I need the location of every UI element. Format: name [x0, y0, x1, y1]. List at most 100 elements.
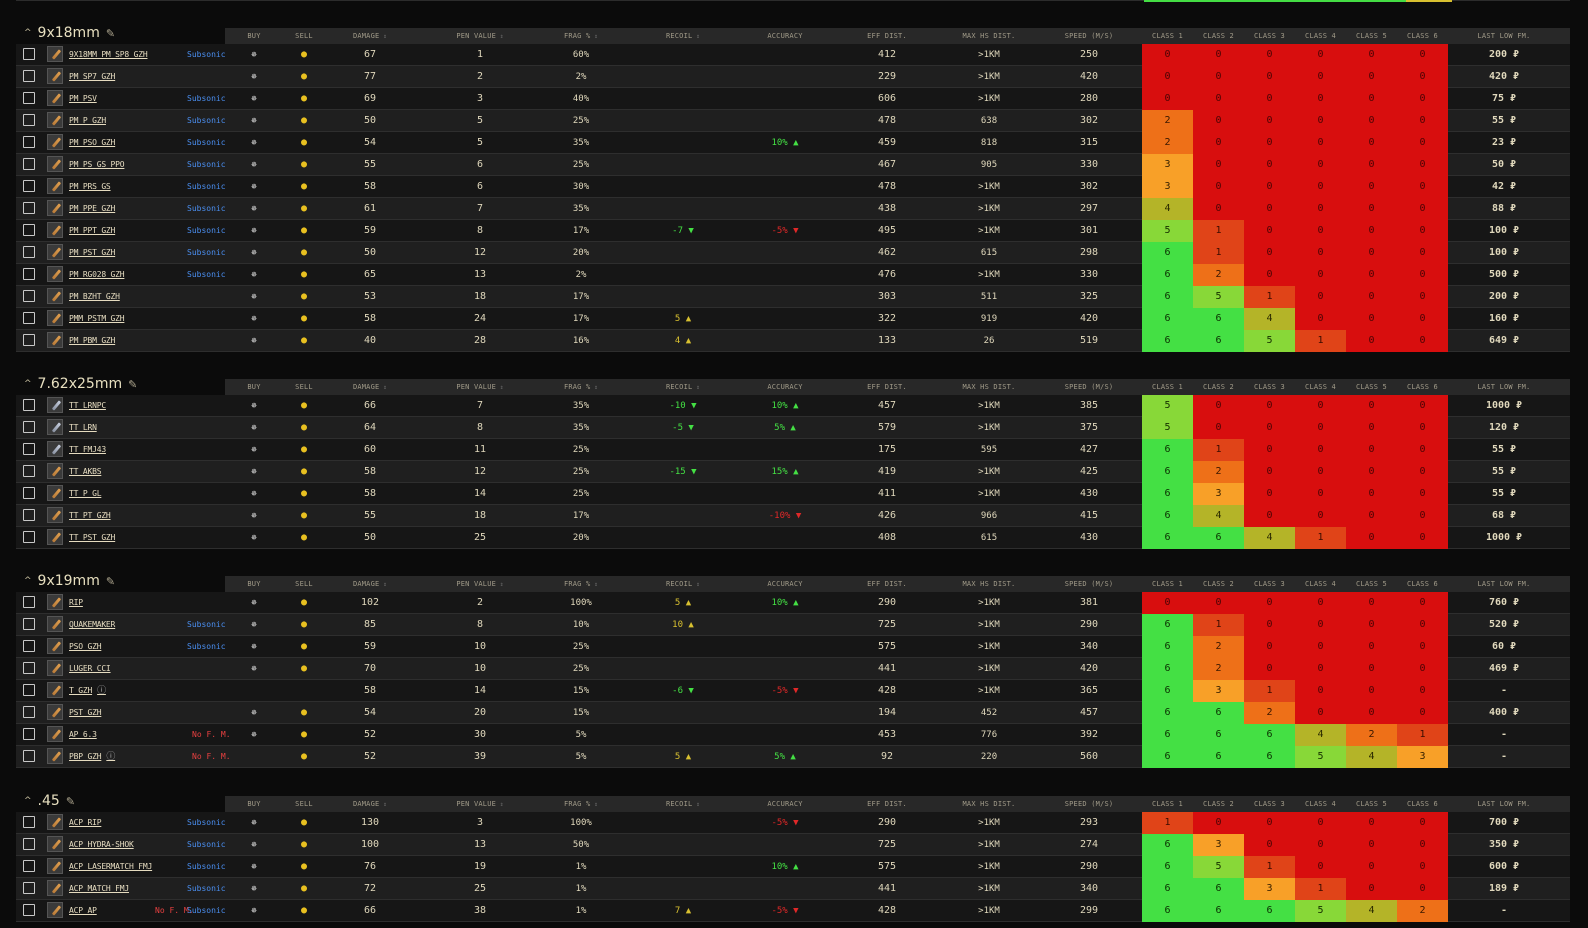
ammo-name-link[interactable]: ACP RIP [69, 812, 102, 834]
column-header-damage[interactable]: DAMAGE ⇕ [345, 28, 395, 44]
coin-icon[interactable]: ● [301, 510, 307, 521]
column-header-recoil[interactable]: RECOIL ⇕ [653, 28, 713, 44]
sell-cell[interactable]: ● [284, 636, 324, 658]
sell-cell[interactable]: ● [284, 198, 324, 220]
sort-icon[interactable]: ⇕ [496, 384, 504, 391]
sort-icon[interactable]: ⇕ [692, 33, 700, 40]
sell-cell[interactable]: ● [284, 878, 324, 900]
coin-icon[interactable]: ● [301, 335, 307, 346]
row-checkbox[interactable] [23, 180, 35, 192]
buy-cell[interactable]: ✵ [234, 264, 274, 286]
sell-cell[interactable]: ● [284, 154, 324, 176]
column-header-recoil[interactable]: RECOIL ⇕ [653, 379, 713, 395]
sell-cell[interactable]: ● [284, 220, 324, 242]
trade-icon[interactable]: ✵ [251, 291, 257, 302]
ammo-name-link[interactable]: PM PBM GZH [69, 330, 115, 352]
coin-icon[interactable]: ● [301, 817, 307, 828]
pen-icon[interactable]: ✎ [128, 378, 137, 391]
buy-cell[interactable]: ✵ [234, 702, 274, 724]
trade-icon[interactable]: ✵ [251, 203, 257, 214]
sell-cell[interactable]: ● [284, 44, 324, 66]
ammo-name-link[interactable]: PM PRS GS [69, 176, 111, 198]
ammo-name-link[interactable]: PBP GZH ⓘ [69, 746, 115, 768]
row-checkbox[interactable] [23, 838, 35, 850]
ammo-name-link[interactable]: PM PST GZH [69, 242, 115, 264]
row-checkbox[interactable] [23, 114, 35, 126]
buy-cell[interactable]: ✵ [234, 198, 274, 220]
coin-icon[interactable]: ● [301, 422, 307, 433]
sort-icon[interactable]: ⇕ [496, 581, 504, 588]
column-header-frag[interactable]: FRAG % ⇕ [556, 576, 606, 592]
sell-cell[interactable]: ● [284, 592, 324, 614]
ammo-name-link[interactable]: ACP MATCH FMJ [69, 878, 129, 900]
row-checkbox[interactable] [23, 48, 35, 60]
trade-icon[interactable]: ✵ [251, 159, 257, 170]
buy-cell[interactable]: ✵ [234, 592, 274, 614]
buy-cell[interactable]: ✵ [234, 66, 274, 88]
column-header-pen[interactable]: PEN VALUE ⇕ [450, 28, 510, 44]
sell-cell[interactable]: ● [284, 900, 324, 922]
buy-cell[interactable]: ✵ [234, 220, 274, 242]
trade-icon[interactable]: ✵ [251, 510, 257, 521]
sell-cell[interactable]: ● [284, 461, 324, 483]
buy-cell[interactable]: ✵ [234, 330, 274, 352]
buy-cell[interactable]: ✵ [234, 900, 274, 922]
buy-cell[interactable]: ✵ [234, 461, 274, 483]
row-checkbox[interactable] [23, 421, 35, 433]
sell-cell[interactable]: ● [284, 812, 324, 834]
row-checkbox[interactable] [23, 509, 35, 521]
coin-icon[interactable]: ● [301, 883, 307, 894]
trade-icon[interactable]: ✵ [251, 422, 257, 433]
row-checkbox[interactable] [23, 443, 35, 455]
row-checkbox[interactable] [23, 860, 35, 872]
buy-cell[interactable]: ✵ [234, 527, 274, 549]
pen-icon[interactable]: ✎ [106, 575, 115, 588]
row-checkbox[interactable] [23, 662, 35, 674]
sort-icon[interactable]: ⇕ [379, 801, 387, 808]
trade-icon[interactable]: ✵ [251, 115, 257, 126]
column-header-frag[interactable]: FRAG % ⇕ [556, 796, 606, 812]
sell-cell[interactable]: ● [284, 308, 324, 330]
chevron-up-icon[interactable]: ^ [24, 573, 32, 589]
ammo-name-link[interactable]: TT PT GZH [69, 505, 111, 527]
sell-cell[interactable]: ● [284, 286, 324, 308]
row-checkbox[interactable] [23, 334, 35, 346]
trade-icon[interactable]: ✵ [251, 400, 257, 411]
sell-cell[interactable]: ● [284, 439, 324, 461]
ammo-name-link[interactable]: AP 6.3 [69, 724, 97, 746]
buy-cell[interactable]: ✵ [234, 176, 274, 198]
buy-cell[interactable]: ✵ [234, 505, 274, 527]
sort-icon[interactable]: ⇕ [692, 384, 700, 391]
buy-cell[interactable]: ✵ [234, 834, 274, 856]
trade-icon[interactable]: ✵ [251, 663, 257, 674]
row-checkbox[interactable] [23, 70, 35, 82]
coin-icon[interactable]: ● [301, 751, 307, 762]
coin-icon[interactable]: ● [301, 203, 307, 214]
coin-icon[interactable]: ● [301, 466, 307, 477]
row-checkbox[interactable] [23, 158, 35, 170]
trade-icon[interactable]: ✵ [251, 93, 257, 104]
trade-icon[interactable]: ✵ [251, 49, 257, 60]
coin-icon[interactable]: ● [301, 291, 307, 302]
buy-cell[interactable]: ✵ [234, 88, 274, 110]
column-header-recoil[interactable]: RECOIL ⇕ [653, 796, 713, 812]
coin-icon[interactable]: ● [301, 839, 307, 850]
column-header-damage[interactable]: DAMAGE ⇕ [345, 796, 395, 812]
ammo-name-link[interactable]: TT PST GZH [69, 527, 115, 549]
trade-icon[interactable]: ✵ [251, 181, 257, 192]
sort-icon[interactable]: ⇕ [692, 581, 700, 588]
buy-cell[interactable]: ✵ [234, 856, 274, 878]
row-checkbox[interactable] [23, 728, 35, 740]
buy-cell[interactable]: ✵ [234, 132, 274, 154]
trade-icon[interactable]: ✵ [251, 597, 257, 608]
ammo-name-link[interactable]: TT AKBS [69, 461, 102, 483]
chevron-up-icon[interactable]: ^ [24, 793, 32, 809]
buy-cell[interactable]: ✵ [234, 812, 274, 834]
trade-icon[interactable]: ✵ [251, 905, 257, 916]
trade-icon[interactable]: ✵ [251, 817, 257, 828]
ammo-name-link[interactable]: TT LRN [69, 417, 97, 439]
ammo-name-link[interactable]: PM PSV [69, 88, 97, 110]
ammo-name-link[interactable]: PM PPT GZH [69, 220, 115, 242]
buy-cell[interactable]: ✵ [234, 242, 274, 264]
buy-cell[interactable]: ✵ [234, 636, 274, 658]
